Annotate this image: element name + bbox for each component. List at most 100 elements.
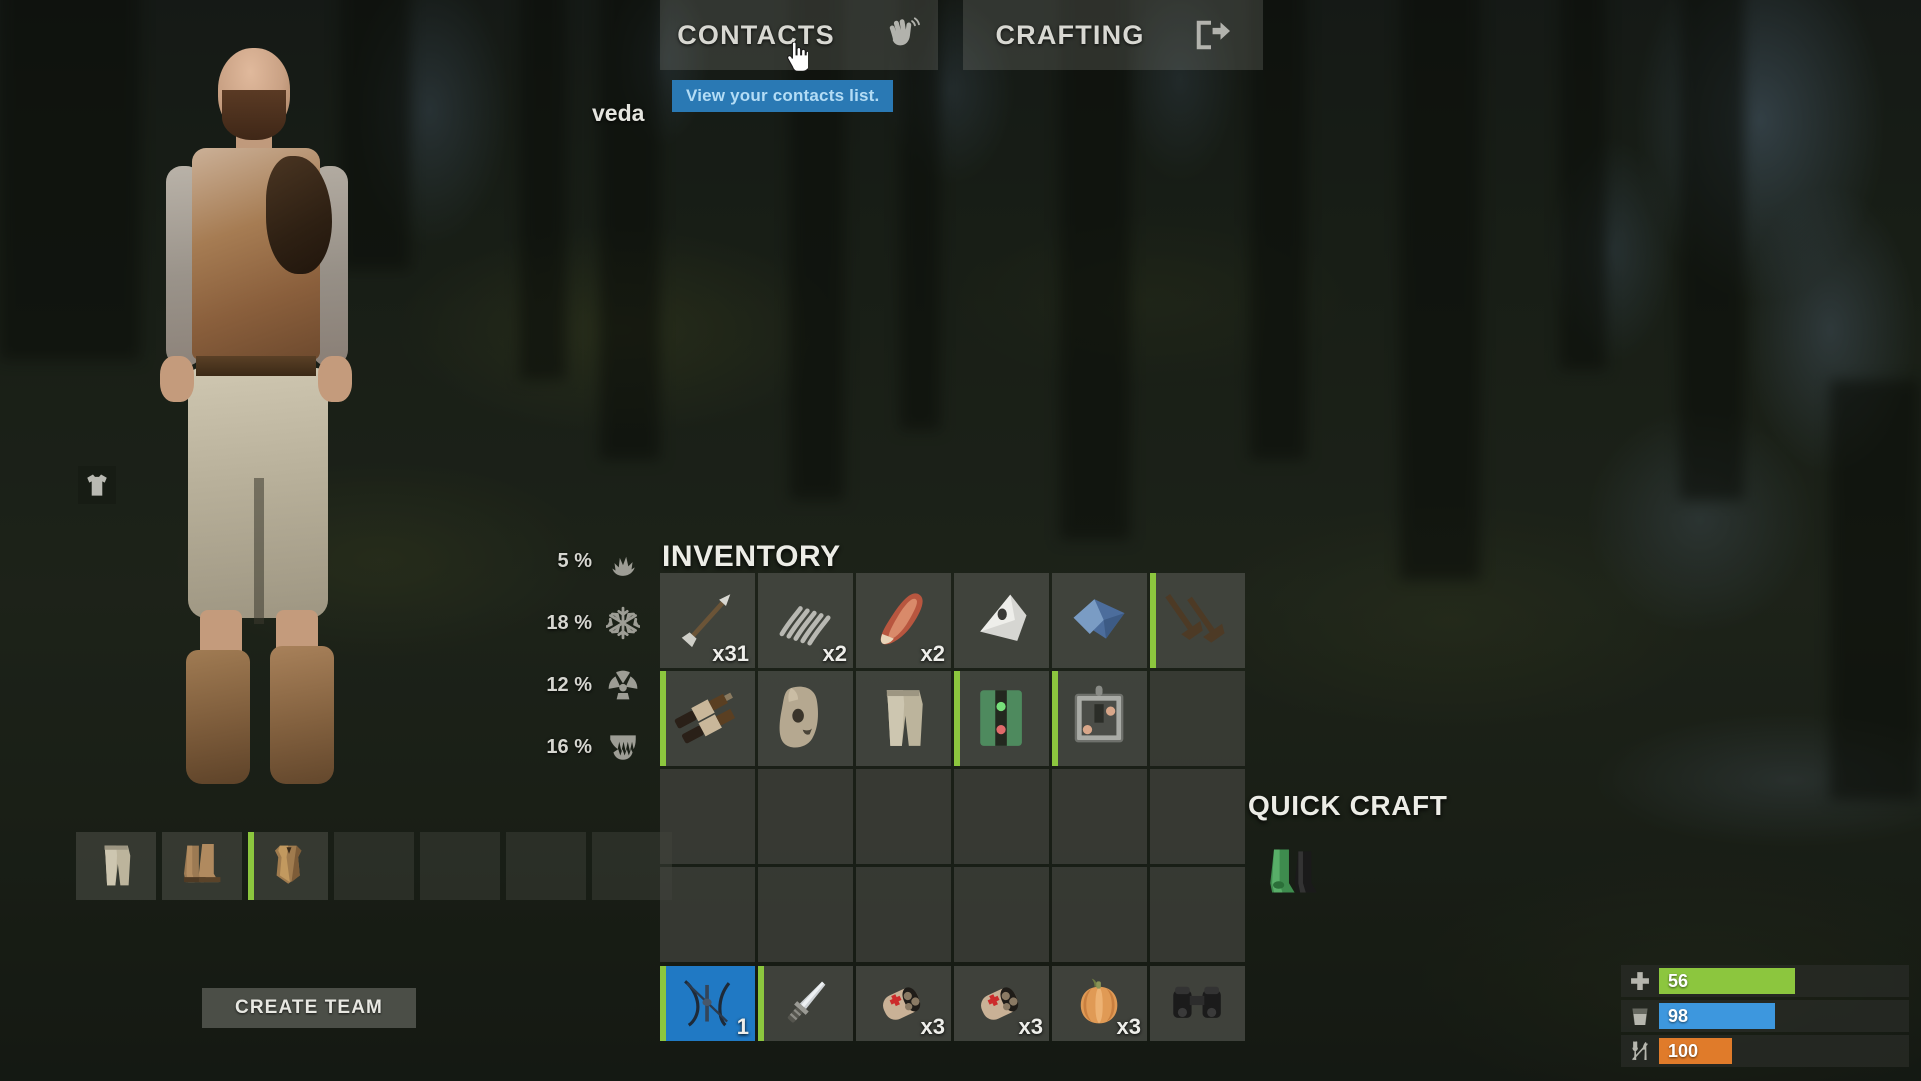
spark-plugs-icon	[660, 671, 755, 766]
inventory-slot-empty[interactable]	[1052, 769, 1147, 864]
inventory-slot-cloth-pants[interactable]	[856, 671, 951, 766]
resistance-value-bite: 16 %	[546, 735, 592, 758]
vital-value-health: 56	[1668, 970, 1689, 991]
item-quantity: x2	[920, 641, 945, 666]
vital-value-food: 100	[1668, 1040, 1699, 1061]
resistance-stats-panel: 5 % 18 % 12 % 16 %	[520, 530, 640, 778]
radiation-icon	[606, 668, 640, 702]
tab-crafting[interactable]: CRAFTING	[963, 0, 1263, 70]
vital-bar-food: 100	[1659, 1038, 1732, 1064]
character-right-hand	[318, 356, 352, 402]
item-quantity: 1	[736, 1014, 749, 1039]
resistance-row-heat: 5 %	[520, 530, 640, 592]
bite-fangs-icon	[606, 730, 640, 764]
equipment-slot-empty[interactable]	[420, 832, 500, 900]
vital-bar-water: 98	[1659, 1003, 1776, 1029]
hotbar-slot-bandage[interactable]: x3	[954, 966, 1049, 1041]
vital-value-water: 98	[1668, 1005, 1689, 1026]
character-right-boot	[270, 646, 334, 784]
leather-boots-icon	[162, 832, 242, 900]
equipment-slot-leather-boots[interactable]	[162, 832, 242, 900]
inventory-slot-raw-meat[interactable]: x2	[856, 573, 951, 668]
item-quantity: x3	[920, 1014, 945, 1039]
vital-water: 98	[1621, 1000, 1909, 1032]
inventory-slot-empty[interactable]	[1052, 867, 1147, 962]
item-quantity: x2	[822, 641, 847, 666]
engine-valves-icon	[1150, 573, 1245, 668]
cross-health-icon	[1621, 970, 1659, 992]
inventory-slot-empty[interactable]	[660, 769, 755, 864]
quick-craft-item-rubber-boots[interactable]	[1258, 838, 1334, 906]
player-name: veda	[592, 100, 645, 126]
tab-contacts-label: CONTACTS	[677, 19, 835, 50]
inventory-slot-metal-fragment[interactable]	[954, 573, 1049, 668]
quick-craft-title: QUICK CRAFT	[1248, 790, 1448, 821]
inventory-slot-empty[interactable]	[758, 769, 853, 864]
inventory-slot-spark-plugs[interactable]	[660, 671, 755, 766]
equipment-slot-leather-vest[interactable]	[248, 832, 328, 900]
leather-vest-icon	[248, 832, 328, 900]
hotbar-slot-binoculars[interactable]	[1150, 966, 1245, 1041]
inventory-grid: x31 x2 x2	[660, 573, 1245, 962]
inventory-slot-electrical-switch[interactable]	[954, 671, 1049, 766]
inventory-slot-fuse-box[interactable]	[1052, 671, 1147, 766]
snowflake-cold-icon	[606, 606, 640, 640]
tab-crafting-label: CRAFTING	[995, 19, 1145, 50]
tab-contacts[interactable]: CONTACTS	[660, 0, 938, 70]
equipment-slot-empty[interactable]	[334, 832, 414, 900]
character-left-boot	[186, 650, 250, 784]
inventory-slot-empty[interactable]	[1150, 769, 1245, 864]
fuse-box-icon	[1052, 671, 1147, 766]
resistance-value-heat: 5 %	[557, 549, 592, 572]
vital-food: 100	[1621, 1035, 1909, 1067]
character-belt	[196, 356, 316, 376]
inventory-slot-empty[interactable]	[660, 867, 755, 962]
inventory-slot-empty[interactable]	[856, 769, 951, 864]
equipment-slot-empty[interactable]	[506, 832, 586, 900]
vital-bar-health: 56	[1659, 968, 1795, 994]
hotbar-slot-machete[interactable]	[758, 966, 853, 1041]
electrical-switch-icon	[954, 671, 1049, 766]
top-tab-bar: CONTACTS CRAFTING View your contacts lis…	[0, 0, 1921, 112]
heat-spike-icon	[606, 544, 640, 578]
quick-craft-list	[1258, 838, 1334, 906]
inventory-slot-empty[interactable]	[954, 867, 1049, 962]
character-left-hand	[160, 356, 194, 402]
tooltip-text: View your contacts list.	[686, 86, 880, 105]
inventory-slot-arrow[interactable]: x31	[660, 573, 755, 668]
hotbar-slot-crossbow[interactable]: 1	[660, 966, 755, 1041]
inventory-slot-engine-valves[interactable]	[1150, 573, 1245, 668]
contacts-tooltip: View your contacts list.	[672, 80, 894, 112]
fork-knife-icon	[1621, 1040, 1659, 1062]
inventory-slot-metal-spring[interactable]: x2	[758, 573, 853, 668]
character-model-preview	[130, 38, 450, 798]
character-leg-separator	[254, 478, 264, 624]
cloth-pants-icon	[856, 671, 951, 766]
item-quantity: x3	[1116, 1014, 1141, 1039]
equipment-slot-cloth-pants[interactable]	[76, 832, 156, 900]
inventory-slot-blue-cloth[interactable]	[1052, 573, 1147, 668]
cloth-pants-icon	[76, 832, 156, 900]
inventory-slot-empty[interactable]	[856, 867, 951, 962]
inventory-slot-empty[interactable]	[954, 769, 1049, 864]
wave-hand-icon	[881, 16, 921, 54]
vital-health: 56	[1621, 965, 1909, 997]
tshirt-icon[interactable]	[78, 466, 116, 504]
burlap-mask-icon	[758, 671, 853, 766]
hotbar-slot-bandage[interactable]: x3	[856, 966, 951, 1041]
machete-icon	[758, 966, 853, 1041]
resistance-row-bite: 16 %	[520, 716, 640, 778]
equipment-slots	[76, 832, 672, 900]
inventory-slot-empty[interactable]	[1150, 671, 1245, 766]
character-beard	[222, 90, 286, 140]
item-quantity: x3	[1018, 1014, 1043, 1039]
resistance-value-cold: 18 %	[546, 611, 592, 634]
exit-arrow-icon	[1191, 16, 1231, 54]
create-team-button[interactable]: CREATE TEAM	[202, 988, 416, 1028]
hotbar-slot-pumpkin[interactable]: x3	[1052, 966, 1147, 1041]
inventory-slot-burlap-mask[interactable]	[758, 671, 853, 766]
binoculars-icon	[1150, 966, 1245, 1041]
inventory-slot-empty[interactable]	[758, 867, 853, 962]
resistance-row-cold: 18 %	[520, 592, 640, 654]
inventory-slot-empty[interactable]	[1150, 867, 1245, 962]
